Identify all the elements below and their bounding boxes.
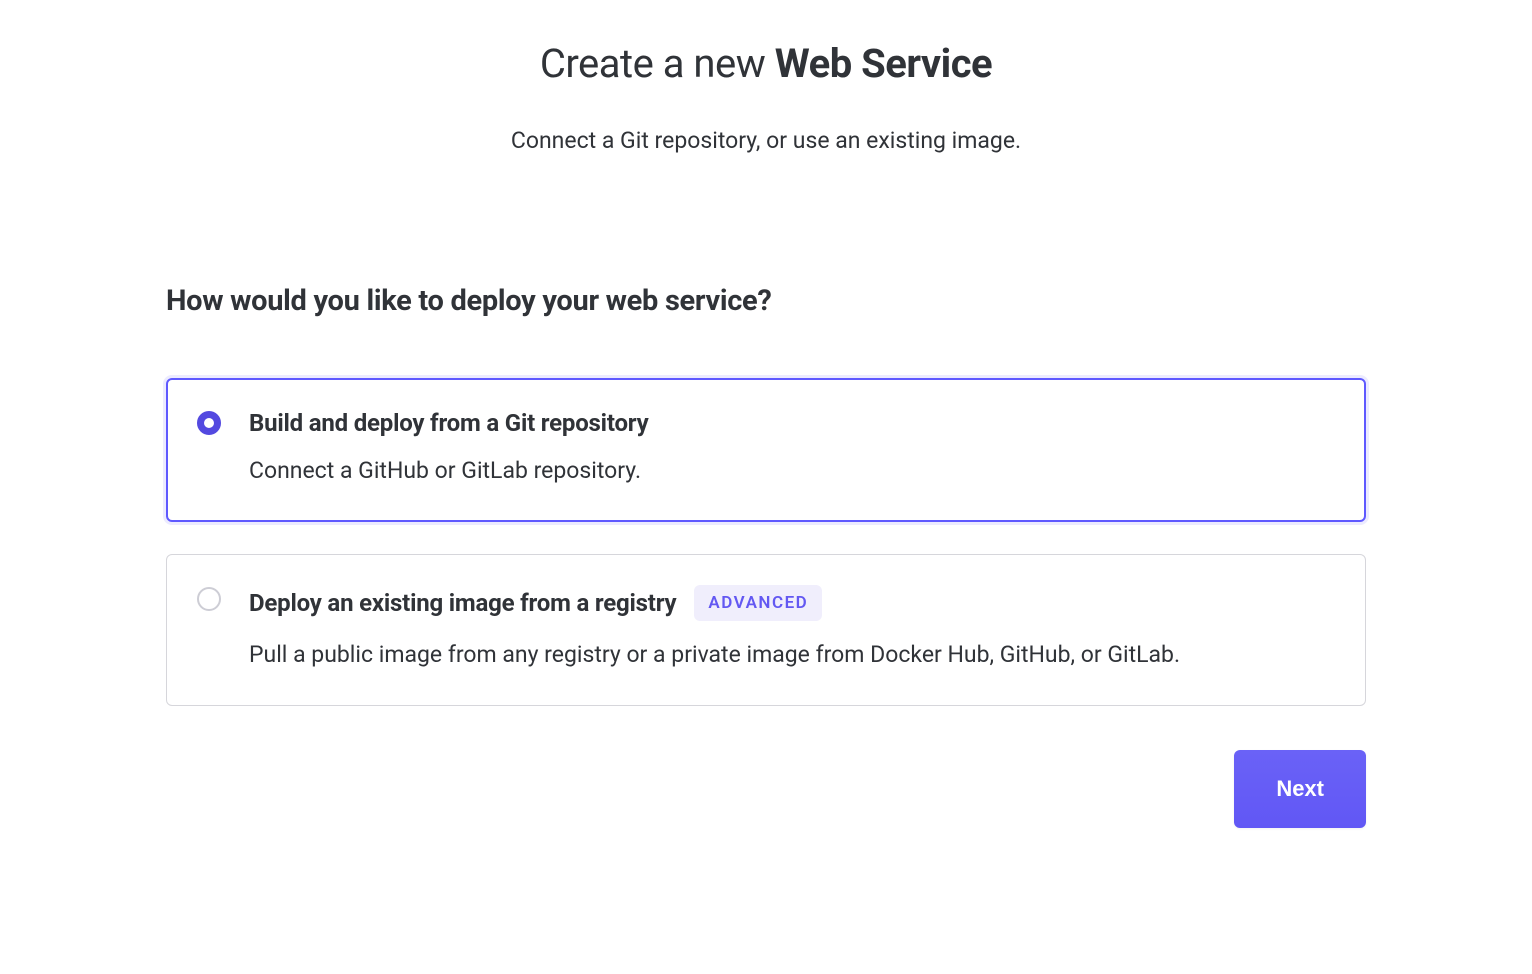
page-header: Create a new Web Service Connect a Git r…: [166, 40, 1366, 154]
section-heading: How would you like to deploy your web se…: [166, 284, 1366, 318]
main-container: Create a new Web Service Connect a Git r…: [166, 40, 1366, 828]
option-title-row: Build and deploy from a Git repository: [249, 409, 1335, 437]
option-description: Pull a public image from any registry or…: [249, 639, 1335, 671]
footer: Next: [166, 750, 1366, 828]
option-title: Deploy an existing image from a registry: [249, 589, 676, 617]
page-subtitle: Connect a Git repository, or use an exis…: [166, 127, 1366, 154]
page-title: Create a new Web Service: [166, 40, 1366, 87]
option-title: Build and deploy from a Git repository: [249, 409, 648, 437]
option-registry-image[interactable]: Deploy an existing image from a registry…: [166, 554, 1366, 706]
radio-unselected-icon: [197, 587, 221, 611]
page-title-bold: Web Service: [775, 40, 992, 87]
page-title-prefix: Create a new: [540, 40, 775, 87]
option-description: Connect a GitHub or GitLab repository.: [249, 455, 1335, 487]
next-button[interactable]: Next: [1234, 750, 1366, 828]
advanced-badge: ADVANCED: [694, 585, 822, 621]
option-git-repository[interactable]: Build and deploy from a Git repository C…: [166, 378, 1366, 522]
option-content: Deploy an existing image from a registry…: [249, 585, 1335, 671]
option-content: Build and deploy from a Git repository C…: [249, 409, 1335, 487]
option-title-row: Deploy an existing image from a registry…: [249, 585, 1335, 621]
deploy-options: Build and deploy from a Git repository C…: [166, 378, 1366, 706]
radio-selected-icon: [197, 411, 221, 435]
